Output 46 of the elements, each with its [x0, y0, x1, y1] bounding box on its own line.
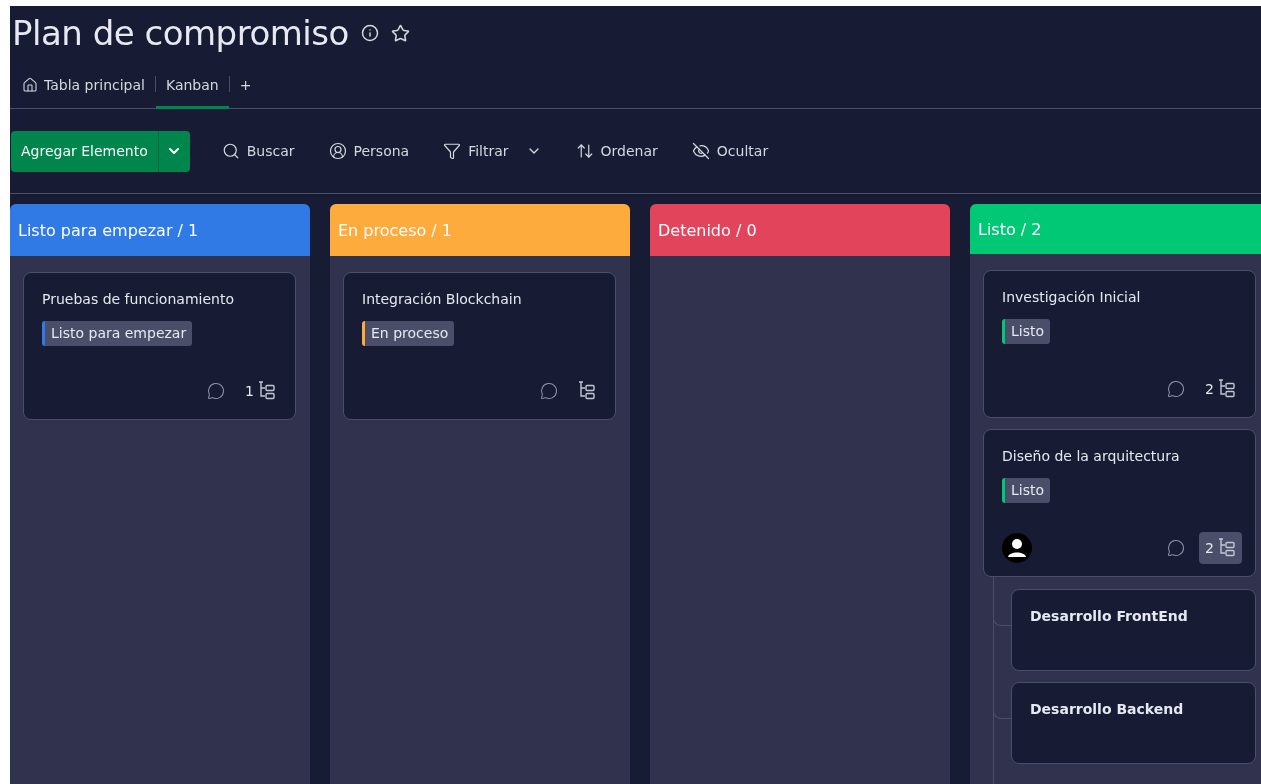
item-card[interactable]: Diseño de la arquitectura Listo 2 [983, 429, 1256, 577]
search-icon [221, 142, 240, 160]
item-title: Investigación Inicial [1002, 289, 1142, 305]
item-title: Diseño de la arquitectura [1002, 448, 1181, 464]
comment-icon[interactable] [1167, 380, 1186, 398]
sort-icon [575, 142, 594, 160]
column-header: Listo para empezar / 1 [10, 204, 310, 256]
column-header: En proceso / 1 [330, 204, 630, 256]
item-title: Pruebas de funcionamiento [42, 291, 235, 307]
home-icon [22, 77, 38, 93]
subitems-icon [1218, 538, 1236, 558]
person-icon [328, 142, 347, 160]
subitems-icon [258, 381, 276, 401]
eye-off-icon [691, 142, 710, 160]
subitems-button[interactable]: 2 [1199, 532, 1242, 564]
board-title: Plan de compromiso [12, 13, 349, 53]
comment-icon[interactable] [540, 382, 558, 400]
status-label: Listo [1002, 319, 1051, 344]
filter-icon [443, 142, 462, 160]
subitems-button[interactable]: 1 [239, 375, 282, 407]
status-label: En proceso [362, 321, 455, 346]
column-header: Listo / 2 [970, 204, 1261, 254]
subitem-card[interactable]: Desarrollo FrontEnd [1011, 589, 1256, 671]
sort-button[interactable]: Ordenar [567, 142, 666, 160]
subitem-card[interactable]: Desarrollo Backend [1011, 682, 1256, 764]
column-header: Detenido / 0 [650, 204, 950, 256]
view-tab[interactable]: Kanban [155, 64, 229, 109]
comment-icon[interactable] [207, 382, 226, 400]
item-card[interactable]: Integración Blockchain En proceso [343, 272, 616, 420]
search-button[interactable]: Buscar [213, 142, 303, 160]
status-label: Listo para empezar [42, 321, 193, 346]
hide-button[interactable]: Ocultar [683, 142, 777, 160]
subitems-icon [578, 381, 596, 401]
item-card[interactable]: Investigación Inicial Listo 2 [983, 270, 1256, 418]
subitems-button[interactable]: 2 [1199, 373, 1242, 405]
view-tab[interactable]: Tabla principal [12, 64, 155, 109]
item-title: Integración Blockchain [362, 291, 523, 307]
star-icon[interactable] [390, 23, 410, 43]
item-card[interactable]: Pruebas de funcionamiento Listo para empezar 1 [23, 272, 296, 420]
info-icon[interactable] [360, 24, 379, 42]
subitems-icon [1218, 379, 1236, 399]
filter-button[interactable]: Filtrar [435, 142, 550, 160]
add-view-button[interactable]: + [229, 64, 262, 109]
comment-icon[interactable] [1167, 539, 1186, 557]
person-button[interactable]: Persona [320, 142, 418, 160]
status-label: Listo [1002, 478, 1051, 503]
